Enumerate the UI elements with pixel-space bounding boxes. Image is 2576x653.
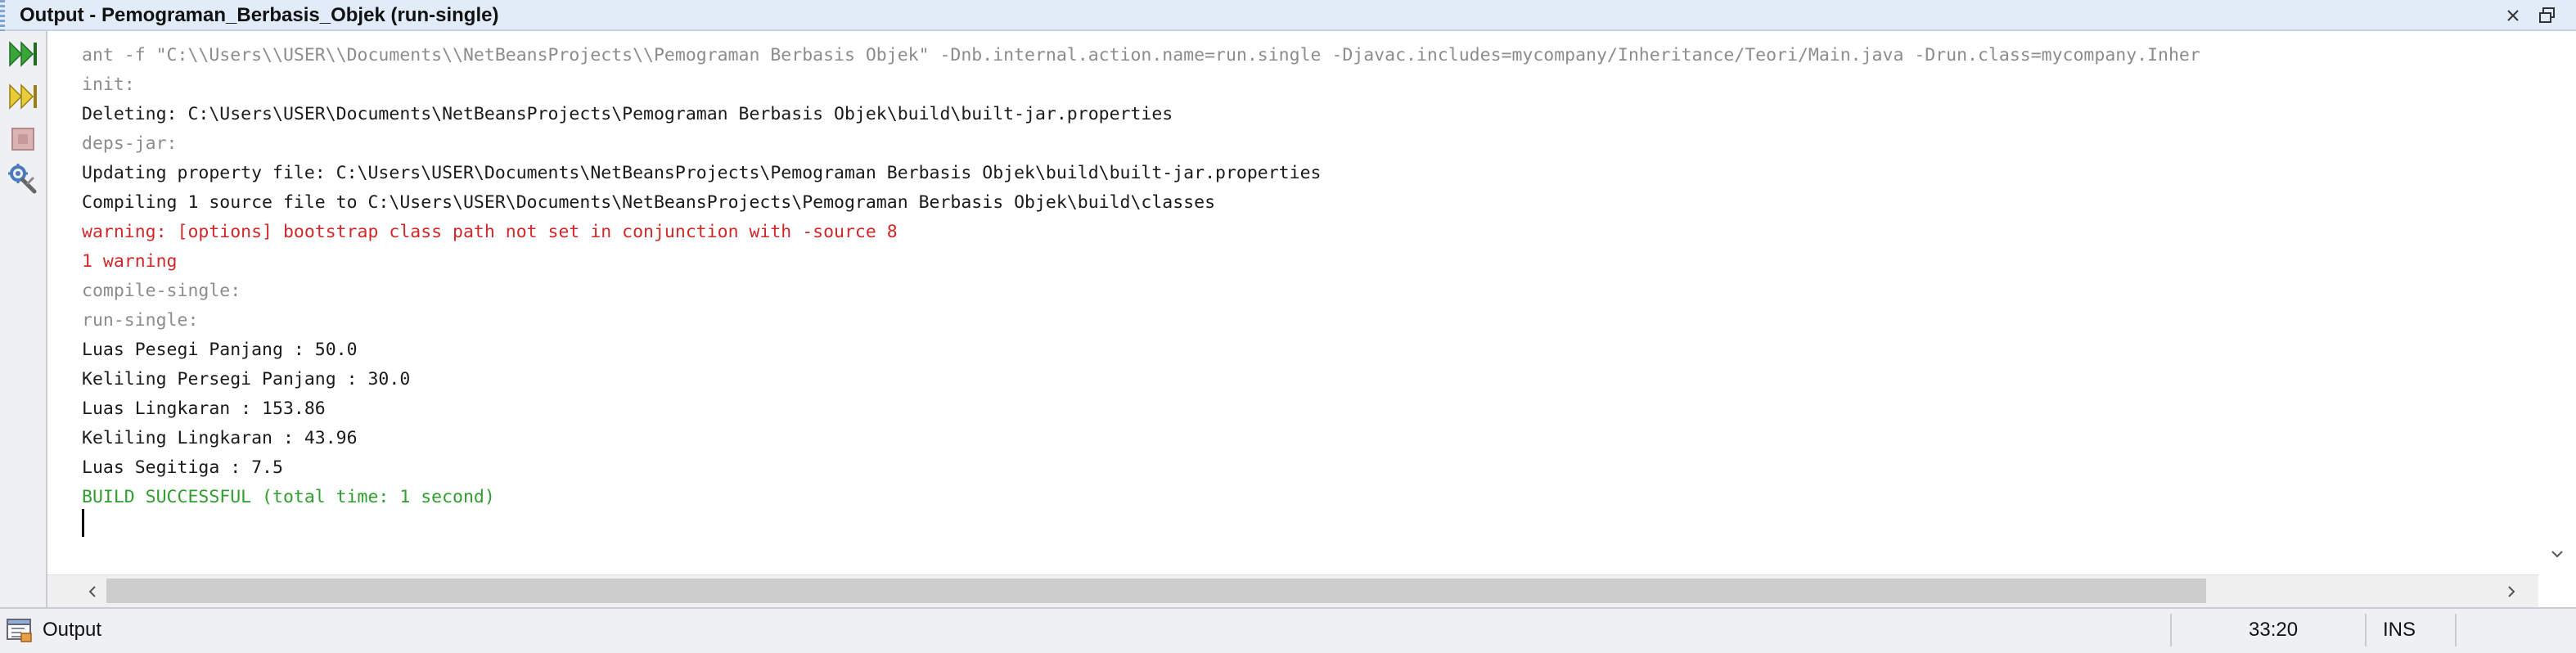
output-console[interactable]: ant -f "C:\\Users\\USER\\Documents\\NetB… (47, 31, 2538, 574)
output-line-target: compile-single: (82, 281, 241, 301)
status-divider (2365, 614, 2367, 646)
chevron-down-icon[interactable] (2545, 542, 2569, 566)
output-line-warning: warning: [options] bootstrap class path … (82, 222, 898, 242)
status-divider (2170, 614, 2172, 646)
output-line: Deleting: C:\Users\USER\Documents\NetBea… (82, 104, 1173, 124)
text-caret (82, 509, 84, 537)
output-window-icon[interactable] (5, 615, 34, 645)
insert-mode-indicator[interactable]: INS (2383, 619, 2416, 642)
output-line-program-output: Luas Segitiga : 7.5 (82, 457, 283, 478)
output-line-build-status: BUILD SUCCESSFUL (total time: 1 second) (82, 487, 495, 507)
window-titlebar: Output - Pemograman_Berbasis_Objek (run-… (0, 0, 2576, 31)
settings-icon[interactable] (5, 160, 41, 196)
window-title: Output - Pemograman_Berbasis_Objek (run-… (20, 4, 499, 26)
output-line-program-output: Luas Pesegi Panjang : 50.0 (82, 340, 358, 360)
output-line-target: init: (82, 74, 135, 95)
close-icon[interactable] (2501, 3, 2525, 28)
output-toolbar (0, 31, 47, 607)
output-window-label[interactable]: Output (43, 619, 101, 642)
chevron-right-icon[interactable] (2499, 579, 2524, 604)
output-line-ant-command: ant -f "C:\\Users\\USER\\Documents\\NetB… (82, 45, 2200, 65)
caret-position: 33:20 (2249, 619, 2299, 641)
stop-icon[interactable] (5, 121, 41, 157)
vertical-scrollbar[interactable] (2538, 31, 2576, 574)
output-line: Compiling 1 source file to C:\Users\USER… (82, 192, 1216, 213)
horizontal-scrollbar[interactable] (47, 574, 2538, 607)
restore-window-icon[interactable] (2535, 3, 2560, 28)
output-line-program-output: Luas Lingkaran : 153.86 (82, 399, 326, 419)
rerun-with-options-icon[interactable] (5, 79, 41, 115)
horizontal-scroll-thumb[interactable] (106, 579, 2206, 603)
status-bar: Output 33:20 INS (0, 607, 2576, 653)
output-line-target: run-single: (82, 310, 199, 331)
output-line-target: deps-jar: (82, 133, 178, 154)
status-divider (2455, 614, 2457, 646)
rerun-icon[interactable] (5, 36, 41, 72)
chevron-left-icon[interactable] (80, 579, 105, 604)
title-accent (0, 0, 5, 31)
output-line-warning: 1 warning (82, 251, 178, 272)
output-line-program-output: Keliling Lingkaran : 43.96 (82, 428, 358, 448)
output-line: Updating property file: C:\Users\USER\Do… (82, 163, 1322, 183)
output-line-program-output: Keliling Persegi Panjang : 30.0 (82, 369, 411, 390)
